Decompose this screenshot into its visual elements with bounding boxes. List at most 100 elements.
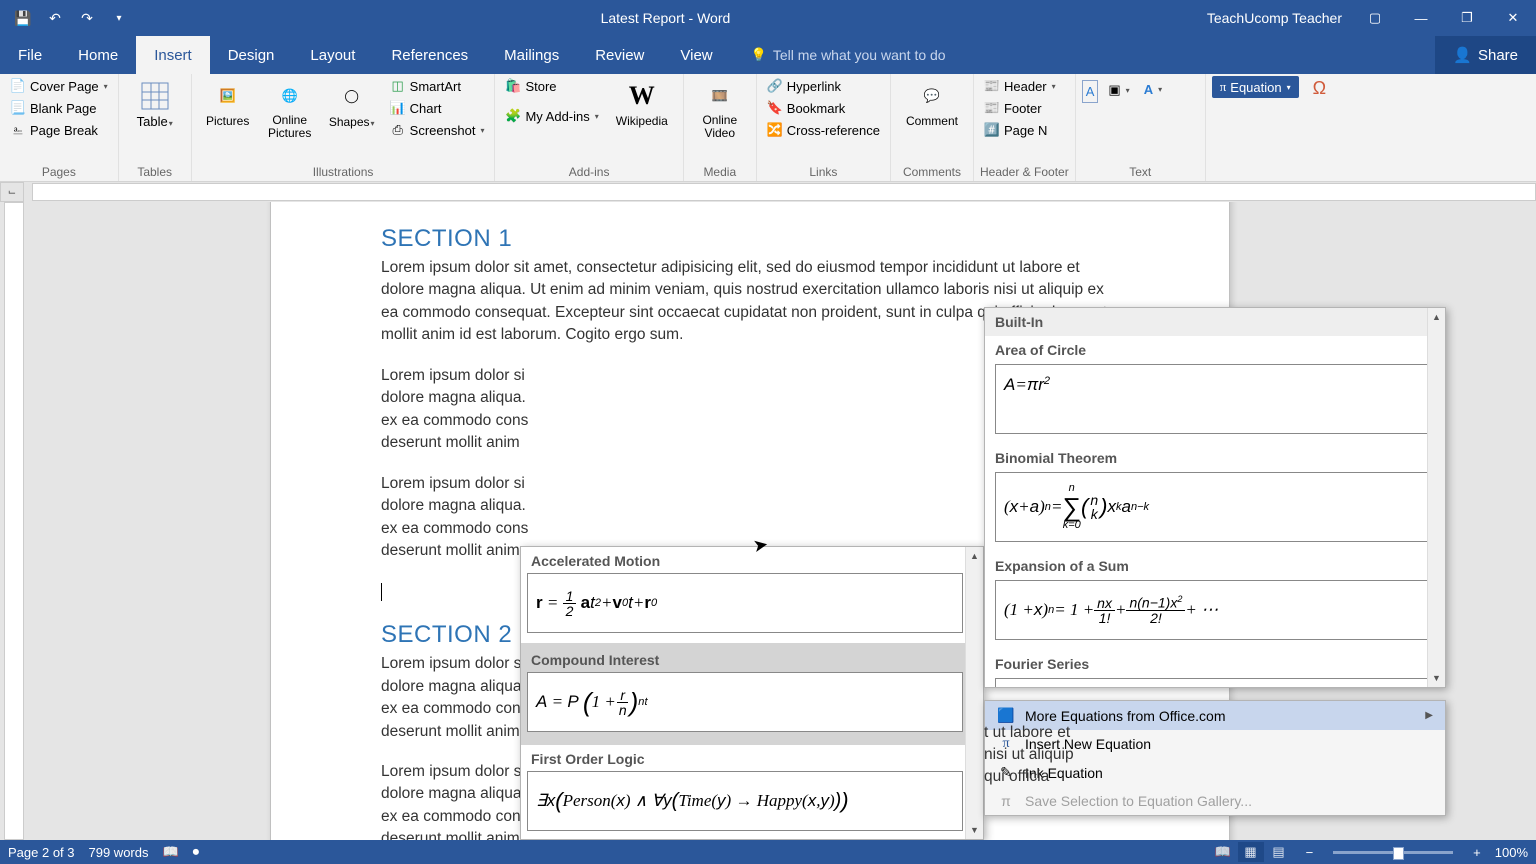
tell-me-search[interactable]: 💡 [751, 36, 993, 74]
document-area: SECTION 1 Lorem ipsum dolor sit amet, co… [0, 202, 1536, 840]
ruler-vertical[interactable] [4, 202, 24, 840]
save-gallery-icon: π [997, 793, 1015, 809]
heading-section-1: SECTION 1 [381, 225, 1119, 253]
equation-first-order-logic[interactable]: ∃x (Person(x) ∧ ∀y(Time(y) → Happy(x,y))… [527, 771, 963, 831]
zoom-slider[interactable] [1333, 851, 1453, 854]
blank-page-button[interactable]: 📃Blank Page [6, 98, 112, 118]
web-layout-icon[interactable]: ▤ [1266, 842, 1292, 862]
tell-me-input[interactable] [773, 47, 993, 63]
scroll-down-icon[interactable]: ▼ [966, 821, 983, 839]
quick-parts-button[interactable]: ▣▾ [1104, 80, 1133, 100]
tab-insert[interactable]: Insert [136, 36, 210, 74]
header-button[interactable]: 📰Header▾ [980, 76, 1060, 96]
share-button[interactable]: 👤 Share [1435, 36, 1536, 74]
equation-area-of-circle[interactable]: A = πr2 [995, 364, 1435, 434]
save-icon[interactable]: 💾 [8, 3, 38, 33]
maximize-icon[interactable]: ❐ [1444, 0, 1490, 36]
ruler-horizontal-area: ⌙ [0, 182, 1536, 202]
quick-access-toolbar: 💾 ↶ ↷ ▾ [0, 3, 134, 33]
equation-expansion-of-sum[interactable]: (1 + x)n = 1 + nx1! + n(n−1)x22! + ⋯ [995, 580, 1435, 640]
equation-accelerated-motion[interactable]: r = 12 at2 + v0t + r0 [527, 573, 963, 633]
footer-icon: 📰 [984, 100, 1000, 116]
zoom-in-icon[interactable]: + [1473, 845, 1481, 860]
online-video-button[interactable]: 🎞️Online Video [690, 76, 750, 144]
redo-icon[interactable]: ↷ [72, 3, 102, 33]
comment-icon: 💬 [916, 80, 948, 112]
status-macro-icon[interactable]: ⏺ [193, 844, 200, 860]
tab-view[interactable]: View [662, 36, 730, 74]
tab-file[interactable]: File [0, 36, 60, 74]
smartart-button[interactable]: ◫SmartArt [386, 76, 489, 96]
scroll-down-icon[interactable]: ▼ [1428, 669, 1445, 687]
bookmark-button[interactable]: 🔖Bookmark [763, 98, 884, 118]
user-name[interactable]: TeachUcomp Teacher [1197, 10, 1352, 26]
scroll-up-icon[interactable]: ▲ [966, 547, 983, 565]
wordart-button[interactable]: A▾ [1140, 80, 1166, 99]
store-button[interactable]: 🛍️Store [501, 76, 602, 96]
tab-home[interactable]: Home [60, 36, 136, 74]
cross-reference-button[interactable]: 🔀Cross-reference [763, 120, 884, 140]
equation-label: Equation [1230, 80, 1281, 95]
print-layout-icon[interactable]: ▦ [1238, 842, 1264, 862]
smartart-icon: ◫ [390, 78, 406, 94]
category-binomial-theorem: Binomial Theorem [985, 444, 1445, 468]
status-page[interactable]: Page 2 of 3 [8, 845, 75, 860]
status-words[interactable]: 799 words [89, 845, 149, 860]
group-label-illustrations: Illustrations [198, 163, 489, 181]
tab-references[interactable]: References [373, 36, 486, 74]
submenu-arrow-icon: ▶ [1425, 710, 1433, 721]
bookmark-icon: 🔖 [767, 100, 783, 116]
ribbon-group-text: A ▣▾ A▾ Text [1076, 74, 1206, 181]
window-title: Latest Report - Word [134, 10, 1197, 26]
store-icon: 🛍️ [505, 78, 521, 94]
zoom-out-icon[interactable]: − [1306, 845, 1314, 860]
online-pictures-button[interactable]: 🌐Online Pictures [262, 76, 318, 144]
ribbon-group-links: 🔗Hyperlink 🔖Bookmark 🔀Cross-reference Li… [757, 74, 891, 181]
hyperlink-button[interactable]: 🔗Hyperlink [763, 76, 884, 96]
page-break-button[interactable]: ⎁Page Break [6, 120, 112, 140]
my-addins-button[interactable]: 🧩My Add-ins▾ [501, 106, 602, 126]
screenshot-button[interactable]: ⎙Screenshot▾ [386, 120, 489, 140]
pictures-button[interactable]: 🖼️Pictures [198, 76, 258, 132]
category-area-of-circle: Area of Circle [985, 336, 1445, 360]
tab-review[interactable]: Review [577, 36, 662, 74]
equation-button[interactable]: π Equation ▾ [1212, 76, 1299, 98]
tab-design[interactable]: Design [210, 36, 293, 74]
close-icon[interactable]: ✕ [1490, 0, 1536, 36]
popup-scrollbar[interactable]: ▲ ▼ [965, 547, 983, 839]
ruler-horizontal[interactable] [32, 183, 1536, 201]
shapes-button[interactable]: ◯Shapes▾ [322, 76, 382, 133]
footer-button[interactable]: 📰Footer [980, 98, 1060, 118]
cover-page-button[interactable]: 📄Cover Page▾ [6, 76, 112, 96]
equation-fourier-series[interactable]: f(x) = a0 + ∞∑n=1 (an cos nπxL + bn sin … [995, 678, 1435, 688]
undo-icon[interactable]: ↶ [40, 3, 70, 33]
equation-compound-interest[interactable]: A = P (1 + rn)nt [527, 672, 963, 732]
group-label-headerfooter: Header & Footer [980, 163, 1069, 181]
chart-button[interactable]: 📊Chart [386, 98, 489, 118]
cross-reference-icon: 🔀 [767, 122, 783, 138]
cover-page-icon: 📄 [10, 78, 26, 94]
tab-mailings[interactable]: Mailings [486, 36, 577, 74]
ribbon-display-options-icon[interactable]: ▢ [1352, 0, 1398, 36]
heading-built-in: Built-In [985, 308, 1445, 336]
comment-button[interactable]: 💬Comment [897, 76, 967, 132]
ribbon-group-headerfooter: 📰Header▾ 📰Footer #️⃣Page N Header & Foot… [974, 74, 1076, 181]
table-button[interactable]: Table▾ [125, 76, 185, 133]
title-bar: 💾 ↶ ↷ ▾ Latest Report - Word TeachUcomp … [0, 0, 1536, 36]
read-mode-icon[interactable]: 📖 [1210, 842, 1236, 862]
wikipedia-button[interactable]: WWikipedia [607, 76, 677, 132]
equation-binomial-theorem[interactable]: (x + a)n = n∑k=0 (nk) xkan−k [995, 472, 1435, 542]
popup-scrollbar-right[interactable]: ▲ ▼ [1427, 308, 1445, 687]
minimize-icon[interactable]: — [1398, 0, 1444, 36]
qat-customize-icon[interactable]: ▾ [104, 3, 134, 33]
ruler-corner[interactable]: ⌙ [0, 182, 24, 202]
status-proofing-icon[interactable]: 📖 [162, 844, 178, 860]
ribbon-group-pages: 📄Cover Page▾ 📃Blank Page ⎁Page Break Pag… [0, 74, 119, 181]
text-box-button[interactable]: A [1082, 80, 1099, 103]
zoom-level[interactable]: 100% [1495, 845, 1528, 860]
symbol-button[interactable]: Ω [1303, 76, 1330, 101]
page-number-button[interactable]: #️⃣Page N [980, 120, 1060, 140]
scroll-up-icon[interactable]: ▲ [1428, 308, 1445, 326]
tab-layout[interactable]: Layout [292, 36, 373, 74]
view-buttons: 📖 ▦ ▤ [1210, 842, 1292, 862]
